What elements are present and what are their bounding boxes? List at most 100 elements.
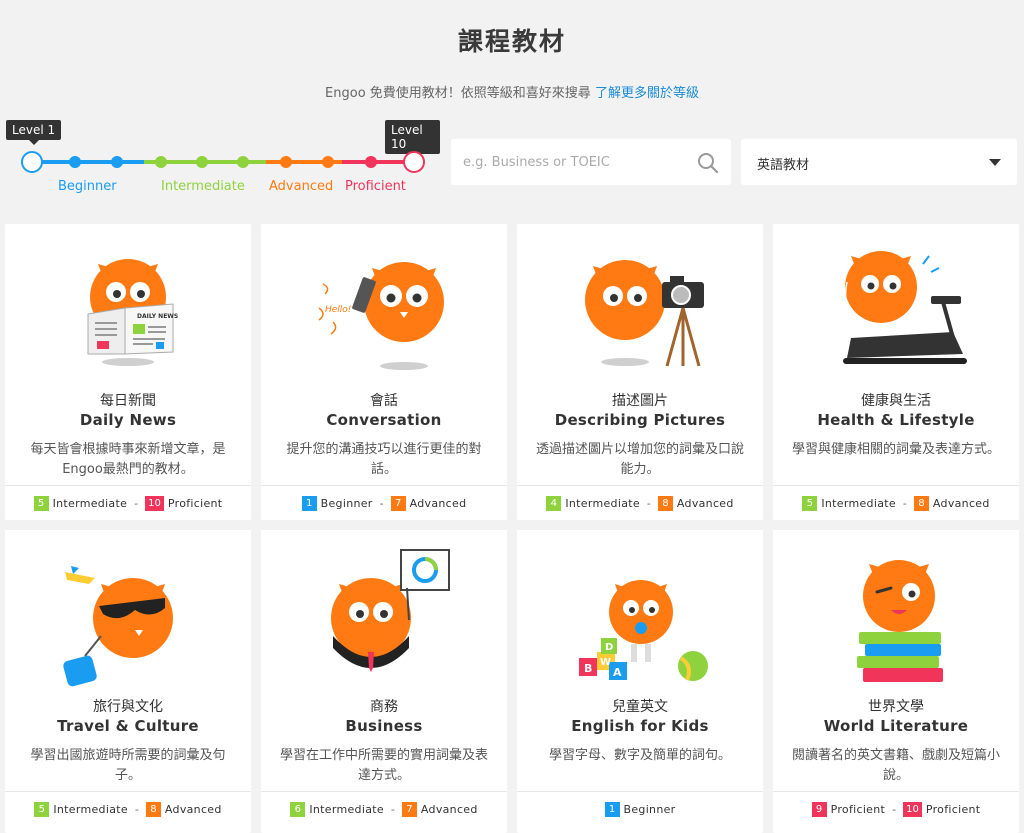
course-title-zh: 會話 [370, 393, 398, 409]
course-title-zh: 每日新聞 [100, 393, 156, 409]
level-badge-to: 8 [145, 802, 161, 817]
course-card-english-for-kids[interactable]: B D W A 兒童英文 English for Kids 學習字母、數字及簡單… [517, 530, 763, 833]
course-description: 學習字母、數字及簡單的詞句。 [548, 748, 731, 763]
course-title-en: Describing Pictures [554, 411, 726, 429]
course-title-zh: 兒童英文 [612, 699, 668, 715]
course-description: 閱讀著名的英文書籍、戲劇及短篇小說。 [791, 748, 1000, 783]
level-badge-from: 1 [301, 496, 317, 511]
level-label-to: Advanced [409, 497, 467, 510]
category-select-value: 英語教材 [757, 158, 810, 173]
owl-books-icon [857, 560, 943, 682]
level-badge-from: 6 [290, 802, 306, 817]
course-card-health-lifestyle[interactable]: 健康與生活 Health & Lifestyle 學習與健康相關的詞彙及表達方式… [773, 224, 1019, 520]
level-badge-from: 1 [604, 802, 620, 817]
level-badge-from: 5 [33, 496, 49, 511]
level-label-from: Intermediate [52, 497, 128, 510]
course-card-world-literature[interactable]: 世界文學 World Literature 閱讀著名的英文書籍、戲劇及短篇小說。… [773, 530, 1019, 833]
course-level-range: 1 Beginner -7 Advanced [261, 496, 507, 511]
course-card-travel-culture[interactable]: 旅行與文化 Travel & Culture 學習出國旅遊時所需要的詞彙及句子。… [5, 530, 251, 833]
category-select[interactable]: 英語教材 [741, 139, 1017, 185]
level-label-from: Intermediate [53, 803, 128, 816]
level-label-from: Proficient [830, 803, 886, 816]
speech-hello: Hello! [325, 305, 351, 315]
search-box [451, 139, 731, 185]
level-dot-9[interactable] [365, 156, 377, 168]
course-title-en: Travel & Culture [57, 717, 199, 735]
divider [517, 791, 763, 792]
level-dot-5[interactable] [196, 156, 208, 168]
block-letter-a: A [613, 666, 622, 679]
svg-text:DAILY NEWS: DAILY NEWS [137, 313, 178, 320]
course-description: 學習出國旅遊時所需要的詞彙及句子。 [30, 748, 226, 783]
level-badge-from: 5 [34, 802, 50, 817]
level-label-beginner: Beginner [58, 179, 117, 194]
level-dot-2[interactable] [69, 156, 81, 168]
max-level-handle[interactable] [403, 151, 425, 173]
level-label-from: Beginner [623, 803, 676, 816]
owl-treadmill-icon [843, 251, 967, 364]
level-range-slider[interactable]: Level 1 Level 10 Beginner Intermediate A… [0, 118, 440, 198]
track-beginner [32, 160, 144, 164]
level-label-to: Advanced [676, 497, 734, 510]
course-card-conversation[interactable]: Hello! 會話 Conversation 提升您的溝通技巧以進行更佳的對話。… [261, 224, 507, 520]
level-badge-from: 9 [811, 802, 827, 817]
search-icon[interactable] [697, 152, 719, 174]
divider [261, 485, 507, 486]
course-description: 學習在工作中所需要的實用詞彙及表達方式。 [279, 748, 488, 783]
level-label-to: Advanced [420, 803, 478, 816]
course-description: 提升您的溝通技巧以進行更佳的對話。 [286, 442, 482, 477]
course-level-range: 5 Intermediate -8 Advanced [773, 496, 1019, 511]
course-level-range: 5 Intermediate -8 Advanced [5, 802, 251, 817]
divider [517, 485, 763, 486]
level-label-proficient: Proficient [345, 179, 406, 194]
course-title-en: Daily News [79, 411, 177, 429]
level-badge-to: 8 [913, 496, 929, 511]
min-level-handle[interactable] [21, 151, 43, 173]
level-dot-8[interactable] [322, 156, 334, 168]
divider [773, 791, 1019, 792]
owl-business-icon [331, 549, 450, 672]
level-label-to: Proficient [167, 497, 223, 510]
subtitle-text: Engoo 免費使用教材！依照等級和喜好來搜尋 [325, 86, 591, 101]
divider [5, 791, 251, 792]
course-description: 透過描述圖片以增加您的詞彙及口說能力。 [535, 442, 744, 477]
level-dot-3[interactable] [111, 156, 123, 168]
level-dot-6[interactable] [237, 156, 249, 168]
search-input[interactable] [451, 139, 681, 185]
course-card-describing-pictures[interactable]: 描述圖片 Describing Pictures 透過描述圖片以增加您的詞彙及口… [517, 224, 763, 520]
owl-travel-icon [63, 566, 173, 687]
level-badge-to: 7 [401, 802, 417, 817]
course-title-zh: 健康與生活 [861, 393, 931, 409]
level-dot-7[interactable] [280, 156, 292, 168]
course-title-en: English for Kids [571, 717, 709, 735]
level-badge-to: 10 [903, 802, 922, 817]
level-badge-to: 7 [390, 496, 406, 511]
owl-phone-icon: Hello! [318, 262, 444, 370]
divider [261, 791, 507, 792]
block-letter-w: W [600, 657, 611, 668]
level-label-from: Intermediate [309, 803, 384, 816]
learn-more-levels-link[interactable]: 了解更多關於等級 [595, 86, 699, 101]
course-card-business[interactable]: 商務 Business 學習在工作中所需要的實用詞彙及表達方式。 6 Interm… [261, 530, 507, 833]
course-level-range: 4 Intermediate -8 Advanced [517, 496, 763, 511]
course-title-zh: 旅行與文化 [93, 699, 163, 715]
level-label-from: Intermediate [565, 497, 640, 510]
divider [773, 485, 1019, 486]
course-level-range: 5 Intermediate -10 Proficient [5, 496, 251, 511]
level-dot-4[interactable] [155, 156, 167, 168]
level-badge-from: 5 [802, 496, 818, 511]
level-badge-from: 4 [546, 496, 562, 511]
course-title-zh: 商務 [370, 699, 398, 715]
course-title-en: Business [345, 717, 423, 735]
page-subtitle: Engoo 免費使用教材！依照等級和喜好來搜尋 了解更多關於等級 [0, 82, 1024, 101]
course-card-daily-news[interactable]: DAILY NEWS 每日新聞 Daily News 每天皆會根據時事來新增文章… [5, 224, 251, 520]
course-title-en: World Literature [823, 717, 969, 735]
page-title: 課程教材 [457, 27, 566, 56]
chevron-down-icon [989, 159, 1001, 166]
divider [5, 485, 251, 486]
block-letter-b: B [584, 662, 592, 675]
owl-newspaper-icon: DAILY NEWS [87, 259, 178, 366]
level-label-from: Beginner [320, 497, 373, 510]
level-label-from: Intermediate [821, 497, 896, 510]
course-level-range: 9 Proficient -10 Proficient [773, 802, 1019, 817]
